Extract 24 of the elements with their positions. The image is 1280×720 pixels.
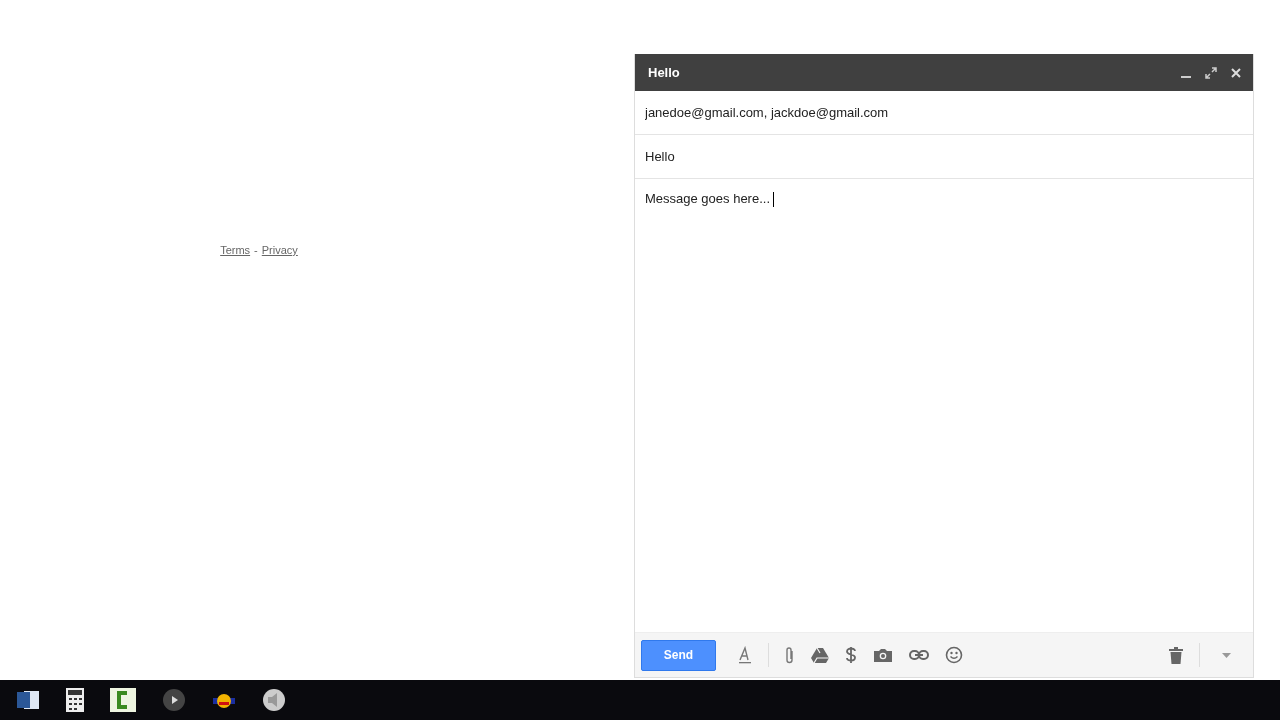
footer-link[interactable]: Privacy [261, 244, 298, 260]
window-title: Hello [648, 65, 681, 80]
link-icon[interactable] [909, 650, 929, 660]
drive-icon[interactable] [811, 647, 829, 663]
document-app-icon[interactable] [16, 689, 40, 711]
recipients-field[interactable]: janedoe@gmail.com, jackdoe@gmail.com [635, 97, 1253, 128]
link-separator: - [254, 244, 258, 258]
message-body-field[interactable]: Message goes here... [635, 179, 1253, 632]
calculator-icon[interactable] [66, 688, 84, 712]
dropdown-caret-icon[interactable] [1222, 652, 1231, 658]
trash-icon[interactable] [1169, 646, 1183, 664]
expand-icon[interactable] [1205, 66, 1217, 79]
message-text: Message goes here... [645, 191, 771, 206]
dollar-icon[interactable] [845, 646, 857, 664]
media-player-icon[interactable] [162, 688, 186, 712]
bracket-app-icon[interactable] [110, 688, 136, 712]
close-icon[interactable] [1230, 66, 1242, 79]
camera-icon[interactable] [873, 647, 893, 663]
smiley-icon[interactable] [945, 646, 963, 664]
paperclip-icon[interactable] [785, 646, 795, 664]
footer-link[interactable]: Terms [220, 244, 251, 260]
speaker-icon[interactable] [262, 688, 286, 712]
text-format-icon[interactable] [738, 646, 752, 664]
subject-field[interactable]: Hello [635, 141, 1253, 172]
